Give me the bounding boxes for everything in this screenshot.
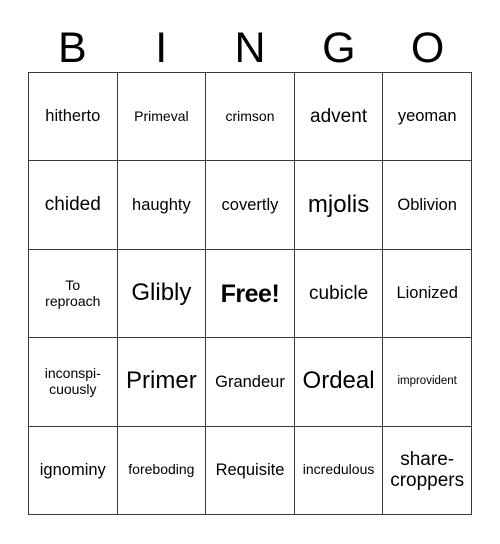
bingo-cell-g5[interactable]: incredulous bbox=[294, 426, 384, 516]
bingo-cell-label: covertly bbox=[221, 195, 279, 214]
bingo-row: To reproach Glibly Free! cubicle Lionized bbox=[29, 249, 472, 339]
bingo-row: inconspi-cuously Primer Grandeur Ordeal … bbox=[29, 338, 472, 427]
bingo-cell-o4[interactable]: improvident bbox=[383, 338, 472, 427]
bingo-cell-n5[interactable]: Requisite bbox=[206, 426, 295, 516]
bingo-cell-b4[interactable]: inconspi-cuously bbox=[29, 338, 118, 427]
bingo-cell-b1[interactable]: hitherto bbox=[29, 73, 118, 162]
bingo-cell-label: Ordeal bbox=[302, 367, 375, 395]
bingo-cell-label: foreboding bbox=[128, 461, 195, 478]
bingo-cell-n1[interactable]: crimson bbox=[206, 73, 295, 162]
bingo-cell-o2[interactable]: Oblivion bbox=[383, 161, 472, 250]
bingo-grid: hitherto Primeval crimson advent yeoman … bbox=[28, 72, 472, 516]
bingo-cell-i1[interactable]: Primeval bbox=[117, 73, 207, 162]
bingo-cell-b5[interactable]: ignominy bbox=[29, 426, 118, 516]
bingo-cell-label: share-croppers bbox=[390, 449, 465, 492]
bingo-cell-label: Lionized bbox=[396, 284, 458, 303]
bingo-cell-n4[interactable]: Grandeur bbox=[206, 338, 295, 427]
bingo-row: hitherto Primeval crimson advent yeoman bbox=[29, 73, 472, 162]
bingo-header-letter-b: B bbox=[58, 24, 87, 72]
free-space-label: Free! bbox=[220, 279, 280, 308]
bingo-header-letter-i: I bbox=[155, 24, 168, 72]
bingo-cell-i5[interactable]: foreboding bbox=[117, 426, 207, 516]
bingo-cell-label: yeoman bbox=[397, 107, 457, 126]
bingo-cell-label: incredulous bbox=[302, 461, 375, 478]
bingo-cell-label: cubicle bbox=[309, 282, 369, 304]
bingo-cell-i2[interactable]: haughty bbox=[117, 161, 207, 250]
bingo-cell-o3[interactable]: Lionized bbox=[383, 249, 472, 339]
bingo-cell-b3[interactable]: To reproach bbox=[29, 249, 118, 339]
bingo-cell-g4[interactable]: Ordeal bbox=[294, 338, 384, 427]
bingo-cell-o5[interactable]: share-croppers bbox=[383, 426, 472, 516]
bingo-cell-label: Oblivion bbox=[397, 195, 457, 214]
bingo-cell-label: Primeval bbox=[134, 107, 189, 124]
bingo-cell-o1[interactable]: yeoman bbox=[383, 73, 472, 162]
bingo-cell-b2[interactable]: chided bbox=[29, 161, 118, 250]
bingo-header-letter-o: O bbox=[410, 24, 445, 72]
bingo-cell-free-space[interactable]: Free! bbox=[206, 249, 295, 339]
bingo-cell-g2[interactable]: mjolis bbox=[294, 161, 384, 250]
bingo-cell-label: improvident bbox=[397, 375, 457, 388]
bingo-cell-label: Requisite bbox=[215, 461, 285, 480]
bingo-cell-g1[interactable]: advent bbox=[294, 73, 384, 162]
bingo-cell-label: Grandeur bbox=[215, 372, 285, 391]
bingo-cell-label: Primer bbox=[126, 367, 197, 395]
bingo-cell-n2[interactable]: covertly bbox=[206, 161, 295, 250]
bingo-cell-label: mjolis bbox=[307, 190, 370, 218]
bingo-cell-g3[interactable]: cubicle bbox=[294, 249, 384, 339]
bingo-cell-label: crimson bbox=[225, 107, 275, 124]
bingo-card: B I N G O hitherto Primeval crimson adve… bbox=[0, 0, 500, 544]
bingo-header-row: B I N G O bbox=[28, 14, 472, 72]
bingo-cell-label: haughty bbox=[132, 195, 191, 214]
bingo-cell-i4[interactable]: Primer bbox=[117, 338, 207, 427]
bingo-cell-label: Glibly bbox=[131, 279, 192, 307]
bingo-cell-label: To reproach bbox=[45, 276, 101, 309]
bingo-cell-label: inconspi-cuously bbox=[44, 365, 101, 397]
bingo-row: ignominy foreboding Requisite incredulou… bbox=[29, 426, 472, 516]
bingo-header-letter-n: N bbox=[234, 24, 266, 72]
bingo-cell-label: advent bbox=[310, 106, 368, 128]
bingo-row: chided haughty covertly mjolis Oblivion bbox=[29, 161, 472, 250]
bingo-cell-label: chided bbox=[44, 194, 101, 216]
bingo-cell-label: ignominy bbox=[39, 461, 106, 480]
bingo-cell-i3[interactable]: Glibly bbox=[117, 249, 207, 339]
bingo-cell-label: hitherto bbox=[45, 107, 101, 126]
bingo-header-letter-g: G bbox=[322, 24, 356, 72]
